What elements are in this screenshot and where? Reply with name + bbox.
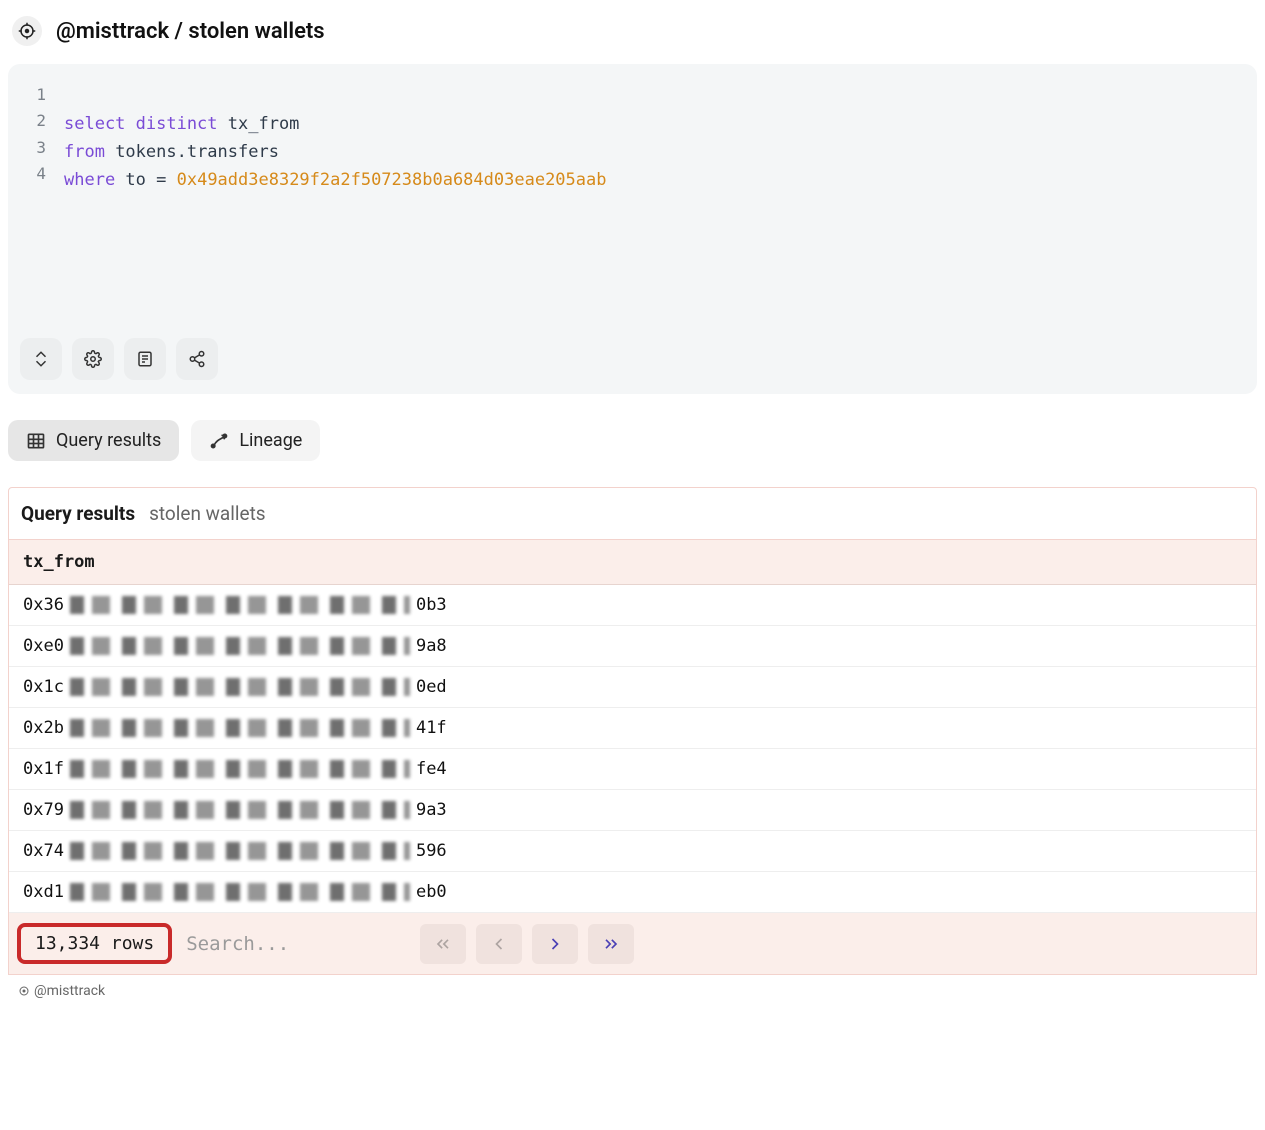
notes-button[interactable] [124, 338, 166, 380]
address-prefix: 0x74 [23, 841, 64, 861]
table-row[interactable]: 0x74 596 [9, 831, 1256, 872]
sql-ident: to = [125, 170, 176, 190]
address-obscured [70, 678, 410, 696]
address-suffix: 0b3 [416, 595, 447, 615]
row-count-badge: 13,334 rows [17, 923, 172, 964]
page-last-button[interactable] [588, 924, 634, 964]
author-avatar[interactable] [12, 16, 42, 46]
line-number: 4 [20, 161, 46, 187]
address-prefix: 0x36 [23, 595, 64, 615]
table-row[interactable]: 0x1f fe4 [9, 749, 1256, 790]
address-prefix: 0xe0 [23, 636, 64, 656]
address-suffix: 9a3 [416, 800, 447, 820]
expand-button[interactable] [20, 338, 62, 380]
author-handle: @misttrack [34, 983, 105, 999]
note-icon [136, 350, 154, 368]
sql-keyword: where [64, 170, 125, 190]
target-icon [18, 22, 36, 40]
address-obscured [70, 883, 410, 901]
address-obscured [70, 760, 410, 778]
chevrons-right-icon [601, 934, 621, 954]
address-suffix: eb0 [416, 882, 447, 902]
address-prefix: 0x2b [23, 718, 64, 738]
page-prev-button[interactable] [476, 924, 522, 964]
editor-toolbar [20, 338, 1245, 380]
table-row[interactable]: 0x79 9a3 [9, 790, 1256, 831]
table-row[interactable]: 0xd1 eb0 [9, 872, 1256, 913]
table-row[interactable]: 0xe0 9a8 [9, 626, 1256, 667]
sql-keyword: from [64, 142, 115, 162]
table-row[interactable]: 0x36 0b3 [9, 585, 1256, 626]
sql-keyword: select distinct [64, 114, 228, 134]
tab-label: Lineage [239, 430, 302, 451]
results-header: Query results stolen wallets [9, 488, 1256, 539]
page-title: @misttrack / stolen wallets [56, 19, 325, 44]
results-footer: 13,334 rows [9, 913, 1256, 974]
table-row[interactable]: 0x1c 0ed [9, 667, 1256, 708]
address-suffix: 9a8 [416, 636, 447, 656]
results-query-name: stolen wallets [149, 502, 266, 525]
lineage-icon [209, 431, 229, 451]
pagination [420, 924, 634, 964]
line-number: 1 [20, 82, 46, 108]
editor-code[interactable]: select distinct tx_from from tokens.tran… [64, 82, 606, 194]
address-suffix: fe4 [416, 759, 447, 779]
settings-button[interactable] [72, 338, 114, 380]
page-first-button[interactable] [420, 924, 466, 964]
target-icon [18, 985, 30, 997]
address-suffix: 0ed [416, 677, 447, 697]
sql-editor[interactable]: 1 2 3 4 select distinct tx_from from tok… [8, 64, 1257, 394]
tab-lineage[interactable]: Lineage [191, 420, 320, 461]
tab-label: Query results [56, 430, 161, 451]
address-prefix: 0xd1 [23, 882, 64, 902]
address-prefix: 0x1f [23, 759, 64, 779]
address-prefix: 0x1c [23, 677, 64, 697]
page-next-button[interactable] [532, 924, 578, 964]
column-header[interactable]: tx_from [9, 539, 1256, 585]
address-obscured [70, 596, 410, 614]
share-icon [188, 350, 206, 368]
results-rows: 0x36 0b3 0xe0 9a8 0x1c 0ed 0x2b 41f 0x1f fe4 0x79 9… [9, 585, 1256, 913]
address-obscured [70, 801, 410, 819]
sql-literal: 0x49add3e8329f2a2f507238b0a684d03eae205a… [177, 170, 607, 190]
results-panel: Query results stolen wallets tx_from 0x3… [8, 487, 1257, 975]
result-tabs: Query results Lineage [8, 420, 1257, 461]
gear-icon [84, 350, 102, 368]
tab-query-results[interactable]: Query results [8, 420, 179, 461]
table-row[interactable]: 0x2b 41f [9, 708, 1256, 749]
sql-ident: tx_from [228, 114, 300, 134]
address-obscured [70, 842, 410, 860]
address-obscured [70, 719, 410, 737]
editor-gutter: 1 2 3 4 [20, 82, 64, 194]
line-number: 2 [20, 108, 46, 134]
line-number: 3 [20, 135, 46, 161]
expand-icon [32, 350, 50, 368]
chevrons-left-icon [433, 934, 453, 954]
chevron-right-icon [545, 934, 565, 954]
address-obscured [70, 637, 410, 655]
sql-ident: tokens.transfers [115, 142, 279, 162]
address-suffix: 41f [416, 718, 447, 738]
address-suffix: 596 [416, 841, 447, 861]
share-button[interactable] [176, 338, 218, 380]
page-header: @misttrack / stolen wallets [8, 12, 1257, 64]
results-title: Query results [21, 502, 135, 525]
chevron-left-icon [489, 934, 509, 954]
results-search-input[interactable] [186, 933, 406, 955]
footer-author: @misttrack [8, 983, 1257, 999]
table-icon [26, 431, 46, 451]
address-prefix: 0x79 [23, 800, 64, 820]
